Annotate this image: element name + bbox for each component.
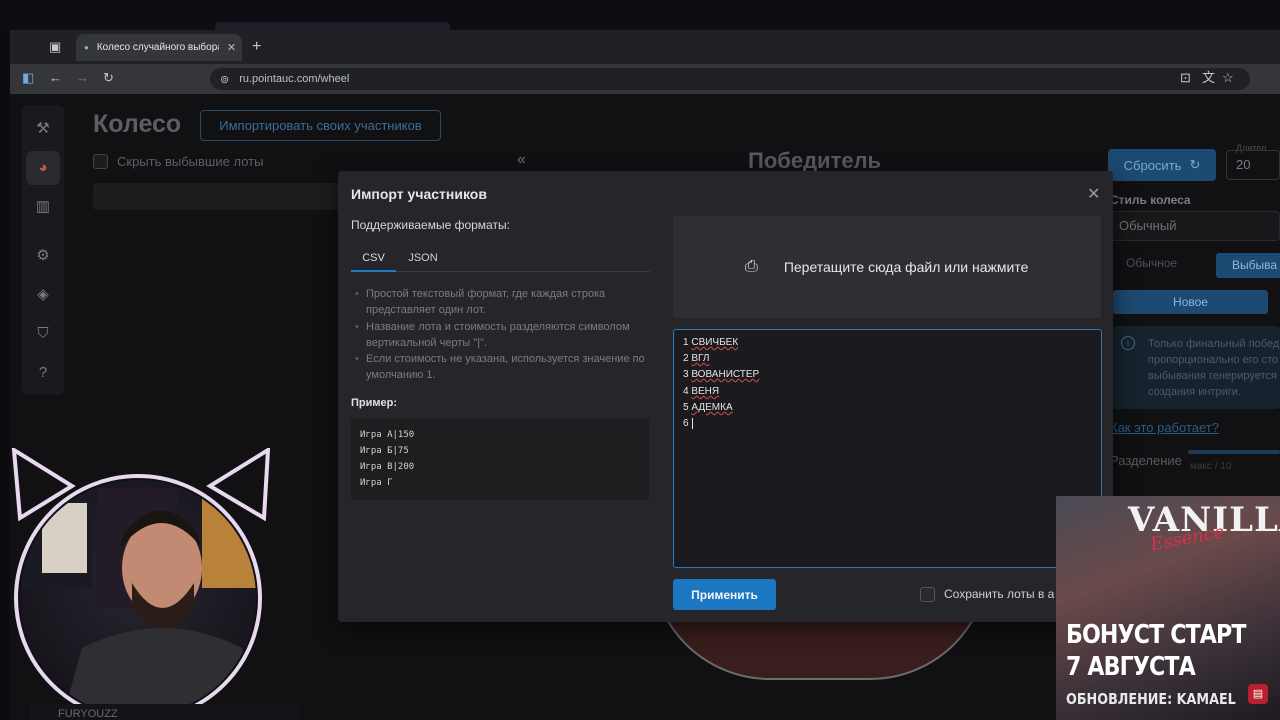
tab-actions-icon[interactable]: ▣ — [49, 40, 61, 53]
reset-button[interactable]: Сбросить ↻ — [1108, 149, 1216, 181]
wheel-style-select[interactable]: Обычный — [1108, 211, 1280, 241]
hide-dropped-label: Скрыть выбывшие лоты — [117, 154, 264, 169]
textarea-line: 1 СВИЧБЕК — [683, 337, 739, 348]
shield-icon[interactable]: ⛉ — [32, 323, 54, 345]
wheel-style-label: Стиль колеса — [1110, 193, 1191, 207]
example-label: Пример: — [351, 397, 398, 409]
format-bullet: • Название лота и стоимость разделяются с… — [355, 321, 630, 349]
wheel-pie-icon[interactable]: ◕ — [32, 157, 54, 179]
browser-tab-active[interactable]: ● Колесо случайного выбора – I ✕ — [76, 34, 242, 61]
modal-title: Импорт участников — [351, 186, 487, 202]
apply-button[interactable]: Применить — [673, 579, 776, 610]
file-dropzone[interactable]: ⎙ Перетащите сюда файл или нажмите — [673, 216, 1101, 318]
bookmark-star-icon[interactable]: ☆ — [1222, 71, 1234, 84]
os-title-strip — [0, 0, 1280, 30]
layers-icon[interactable]: ◈ — [32, 284, 54, 306]
hide-dropped-checkbox[interactable] — [93, 154, 108, 169]
install-app-icon[interactable]: ⊡ — [1180, 71, 1191, 84]
translate-icon[interactable]: 文 — [1202, 71, 1215, 84]
streamer-name: FURYOUZZ — [58, 708, 118, 720]
sidebar-toggle-icon[interactable]: ◧ — [22, 71, 34, 84]
page-title: Колесо — [93, 110, 182, 138]
example-line: Игра В|200 — [360, 462, 415, 472]
ad-headline: БОНУСТ СТАРТ — [1066, 620, 1246, 650]
textarea-line: 2 ВГЛ — [683, 353, 710, 364]
mode-normal-toggle[interactable]: Обычное — [1126, 256, 1177, 270]
forward-icon[interactable]: → — [76, 71, 89, 84]
how-it-works-link[interactable]: Как это работает? — [1110, 420, 1219, 435]
site-info-icon[interactable]: ⊚ — [220, 73, 229, 86]
info-text-line: Только финальный побед — [1148, 338, 1280, 350]
info-icon: i — [1121, 336, 1135, 350]
tab-title: Колесо случайного выбора – I — [96, 42, 219, 53]
help-icon[interactable]: ? — [32, 362, 54, 384]
reload-icon[interactable]: ↻ — [103, 71, 114, 84]
example-line: Игра Г — [360, 478, 393, 488]
tab-json[interactable]: JSON — [404, 252, 442, 272]
close-icon[interactable]: ✕ — [1087, 184, 1100, 204]
stats-icon[interactable]: ▥ — [32, 196, 54, 218]
ad-update: ОБНОВЛЕНИЕ: KAMAEL — [1066, 690, 1236, 708]
collapse-panel-icon[interactable]: « — [517, 151, 526, 169]
textarea-line: 3 ВОВАНИСТЕР — [683, 369, 760, 380]
url-text: ru.pointauc.com/wheel — [239, 73, 350, 85]
close-tab-icon[interactable]: ✕ — [227, 41, 236, 54]
example-line: Игра Б|75 — [360, 446, 409, 456]
save-lots-label: Сохранить лоты в а — [944, 587, 1055, 601]
textarea-line: 5 АДЕМКА — [683, 402, 733, 413]
split-label: Разделение — [1110, 453, 1182, 468]
example-line: Игра А|150 — [360, 430, 415, 440]
tab-csv[interactable]: CSV — [351, 252, 396, 272]
duration-input[interactable]: 20 — [1226, 150, 1280, 180]
reset-label: Сбросить — [1123, 157, 1182, 173]
import-participants-button[interactable]: Импортировать своих участников — [200, 110, 441, 141]
format-bullet: • Если стоимость не указана, используется… — [355, 353, 645, 381]
ad-badge-icon: ▤ — [1248, 684, 1268, 704]
gear-icon[interactable]: ⚙ — [32, 245, 54, 267]
info-text-line: пропорционально его сто — [1148, 354, 1279, 366]
split-hint: макс / 10 — [1190, 461, 1232, 472]
dropzone-text: Перетащите сюда файл или нажмите — [783, 259, 1029, 275]
format-bullet: • Простой текстовый формат, где каждая ст… — [355, 288, 606, 316]
textarea-line: 6 — [683, 418, 689, 429]
webcam-overlay — [11, 448, 271, 720]
text-caret — [692, 418, 693, 429]
file-upload-icon: ⎙ — [745, 258, 758, 275]
new-mode-button[interactable]: Новое — [1113, 290, 1268, 314]
split-slider[interactable] — [1188, 450, 1280, 454]
lots-list-row — [93, 183, 343, 210]
info-text-line: выбывания генерируется — [1148, 370, 1277, 382]
back-icon[interactable]: ← — [49, 71, 62, 84]
mode-drop-toggle[interactable]: Выбыва — [1216, 253, 1280, 278]
refresh-icon: ↻ — [1189, 157, 1201, 172]
url-field[interactable]: ⊚ ru.pointauc.com/wheel — [210, 68, 1250, 90]
new-tab-icon[interactable]: + — [252, 39, 261, 55]
gavel-icon[interactable]: ⚒ — [32, 118, 54, 140]
ad-date: 7 АВГУСТА — [1066, 652, 1196, 682]
formats-label: Поддерживаемые форматы: — [351, 218, 510, 232]
favicon-icon: ● — [84, 43, 89, 52]
save-lots-checkbox[interactable] — [920, 587, 935, 602]
textarea-line: 4 ВЕНЯ — [683, 386, 720, 397]
info-text-line: создания интриги. — [1148, 386, 1241, 398]
participants-textarea[interactable] — [673, 329, 1102, 568]
